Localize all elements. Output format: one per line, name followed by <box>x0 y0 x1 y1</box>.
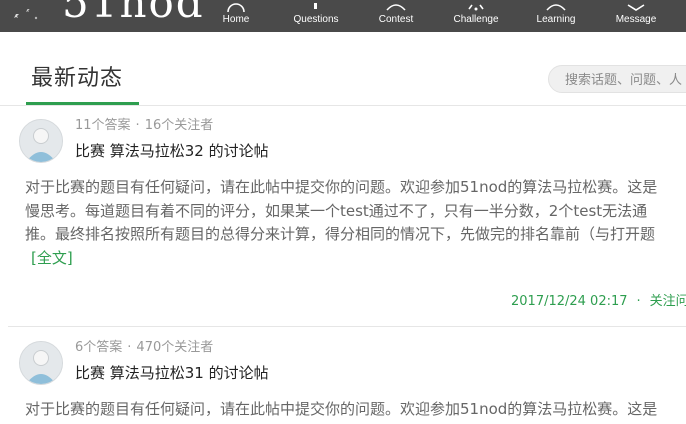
meta-separator: · <box>127 340 132 355</box>
footer-separator: · <box>636 294 641 309</box>
message-icon <box>627 4 645 11</box>
nav-home-label: Home <box>222 14 250 25</box>
default-user-icon <box>20 120 62 162</box>
follower-count[interactable]: 16个关注者 <box>145 118 214 133</box>
question-icon <box>314 3 317 9</box>
nav-contest-label: Contest <box>378 14 414 25</box>
timestamp: 2017/12/24 02:17 <box>511 294 628 309</box>
nav-questions-label: Questions <box>293 14 339 25</box>
question-title[interactable]: 比赛 算法马拉松31 的讨论帖 <box>75 362 269 384</box>
avatar[interactable] <box>19 341 63 385</box>
nav-contest[interactable]: Contest <box>361 0 431 32</box>
nav-message[interactable]: Message <box>601 0 671 32</box>
nav-message-label: Message <box>615 14 657 25</box>
feed-item: 6个答案 · 470个关注者 比赛 算法马拉松31 的讨论帖 对于比赛的题目有任何疑… <box>0 334 686 424</box>
item-divider <box>8 326 686 327</box>
page-title[interactable]: 最新动态 <box>31 64 123 94</box>
nav-questions[interactable]: Questions <box>281 0 351 32</box>
site-logo[interactable]: 51nod <box>62 0 205 27</box>
item-meta: 11个答案 · 16个关注者 <box>75 116 213 136</box>
search-box[interactable] <box>548 65 686 93</box>
item-footer: 2017/12/24 02:17 · 关注问 <box>511 290 686 309</box>
nav-home[interactable]: Home <box>201 0 271 32</box>
question-title[interactable]: 比赛 算法马拉松32 的讨论帖 <box>75 140 269 162</box>
heading-divider <box>0 105 686 106</box>
answer-excerpt: 对于比赛的题目有任何疑问，请在此帖中提交你的问题。欢迎参加51nod的算法马拉松… <box>25 176 686 270</box>
excerpt-line: 对于比赛的题目有任何疑问，请在此帖中提交你的问题。欢迎参加51nod的算法马拉松… <box>25 400 658 418</box>
contest-icon <box>386 4 406 11</box>
feed-item: 11个答案 · 16个关注者 比赛 算法马拉松32 的讨论帖 对于比赛的题目有任何疑… <box>0 112 686 327</box>
stars-decoration-icon <box>14 9 38 20</box>
search-input[interactable] <box>563 70 686 90</box>
home-icon <box>227 3 245 13</box>
default-user-icon <box>20 342 62 384</box>
top-nav-bar: 51nod Home Questions Contest Challenge L… <box>0 0 686 32</box>
nav-challenge[interactable]: Challenge <box>441 0 511 32</box>
meta-separator: · <box>135 118 140 133</box>
avatar[interactable] <box>19 119 63 163</box>
excerpt-line: 推。最终排名按照所有题目的总得分来计算，得分相同的情况下，先做完的排名靠前（与打… <box>25 225 656 243</box>
challenge-icon <box>468 4 484 11</box>
answer-excerpt: 对于比赛的题目有任何疑问，请在此帖中提交你的问题。欢迎参加51nod的算法马拉松… <box>25 398 686 422</box>
answer-count[interactable]: 11个答案 <box>75 118 131 133</box>
excerpt-line: 慢思考。每道题目有着不同的评分，如果某一个test通过不了，只有一半分数，2个t… <box>25 201 648 220</box>
nav-learning[interactable]: Learning <box>521 0 591 32</box>
nav-challenge-label: Challenge <box>453 14 499 25</box>
follow-question-link[interactable]: 关注问 <box>650 294 686 309</box>
answer-count[interactable]: 6个答案 <box>75 340 122 355</box>
read-more-link[interactable]: [全文] <box>25 249 73 267</box>
item-meta: 6个答案 · 470个关注者 <box>75 338 213 358</box>
nav-learning-label: Learning <box>536 14 576 25</box>
learning-icon <box>546 4 566 11</box>
excerpt-line: 对于比赛的题目有任何疑问，请在此帖中提交你的问题。欢迎参加51nod的算法马拉松… <box>25 178 658 196</box>
follower-count[interactable]: 470个关注者 <box>136 340 213 355</box>
